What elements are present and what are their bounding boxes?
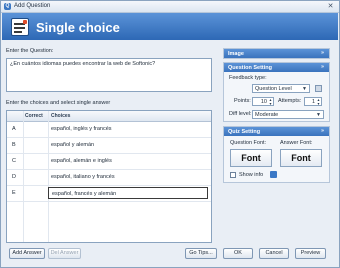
points-stepper[interactable]: 10 ▲ ▼ [252,97,274,106]
ok-button[interactable]: OK [223,248,253,259]
choice-cell[interactable]: español, italiano y francés [48,171,208,183]
table-row[interactable]: C español, alemán e inglés [7,154,211,170]
difficulty-select[interactable]: Moderate ▼ [252,110,324,119]
choices-table: Correct Choices A español, inglés y fran… [6,110,212,243]
row-letter: D [12,174,16,180]
choice-cell[interactable]: español, alemán e inglés [48,155,208,167]
collapse-icon[interactable]: » [319,50,326,57]
chevron-down-icon: ▼ [302,86,307,92]
page-title: Single choice [36,20,120,35]
collapse-icon[interactable]: » [319,64,326,71]
answer-font-button[interactable]: Font [280,149,322,167]
table-row[interactable]: B español y alemán [7,138,211,154]
image-panel: Image » [223,48,330,59]
column-header-correct[interactable]: Correct [25,113,43,119]
table-row[interactable]: E español, francés y alemán [7,186,211,202]
window-title: Add Question [14,3,51,9]
title-bar: Q Add Question ✕ [1,1,339,13]
show-info-label: Show info [239,172,264,178]
choice-cell[interactable]: español, inglés y francés [48,123,208,135]
question-font-button[interactable]: Font [230,149,272,167]
show-info-checkbox[interactable] [230,172,236,178]
feedback-settings-icon[interactable] [315,85,322,92]
attempts-label: Attempts: [278,98,302,104]
header-banner: Single choice [2,13,338,40]
column-header-choices[interactable]: Choices [51,113,70,119]
attempts-stepper[interactable]: 1 ▲ ▼ [304,97,322,106]
question-setting-title: Question Setting [228,64,272,71]
answer-font-label: Answer Font: [280,140,313,146]
spinner-arrows-icon[interactable]: ▲ ▼ [268,98,273,106]
feedback-type-select[interactable]: Question Level ▼ [252,84,310,93]
question-list-icon [11,18,29,36]
question-setting-header[interactable]: Question Setting » [224,63,329,72]
question-setting-panel: Question Setting » Feedback type: Questi… [223,62,330,122]
points-value: 10 [260,99,267,105]
image-panel-header[interactable]: Image » [224,49,329,58]
quiz-setting-header[interactable]: Quiz Setting » [224,127,329,136]
difficulty-label: Diff level: [229,111,252,117]
del-answer-button[interactable]: Del Answer [48,248,81,259]
quiz-setting-panel: Quiz Setting » Question Font: Answer Fon… [223,126,330,183]
cancel-button[interactable]: Cancel [259,248,289,259]
difficulty-value: Moderate [255,112,279,118]
question-font-label: Question Font: [230,140,267,146]
chevron-down-icon: ▼ [316,112,321,118]
feedback-type-label: Feedback type: [229,75,267,81]
collapse-icon[interactable]: » [319,128,326,135]
question-label: Enter the Question: [6,48,54,54]
choice-cell-editing[interactable]: español, francés y alemán [48,187,208,199]
row-letter: E [12,190,16,196]
question-input[interactable]: ¿En cuántos idiomas puedes encontrar la … [6,58,212,92]
attempts-value: 1 [311,99,315,105]
image-panel-title: Image [228,50,244,57]
info-icon[interactable] [270,171,277,178]
spinner-arrows-icon[interactable]: ▲ ▼ [316,98,321,106]
row-letter: B [12,142,16,148]
app-icon: Q [4,3,11,10]
choices-label: Enter the choices and select single answ… [6,100,111,106]
row-letter: C [12,158,16,164]
feedback-type-value: Question Level [255,86,292,92]
quiz-setting-title: Quiz Setting [228,128,261,135]
add-question-window: Q Add Question ✕ Single choice Enter the… [0,0,340,268]
add-answer-button[interactable]: Add Answer [9,248,45,259]
points-label: Points: [234,98,251,104]
table-row[interactable]: A español, inglés y francés [7,122,211,138]
choices-table-header: Correct Choices [7,111,211,122]
table-row[interactable]: D español, italiano y francés [7,170,211,186]
row-letter: A [12,126,16,132]
go-tips-button[interactable]: Go Tips... [185,248,217,259]
preview-button[interactable]: Preview [295,248,326,259]
choice-cell[interactable]: español y alemán [48,139,208,151]
close-icon[interactable]: ✕ [326,2,335,11]
